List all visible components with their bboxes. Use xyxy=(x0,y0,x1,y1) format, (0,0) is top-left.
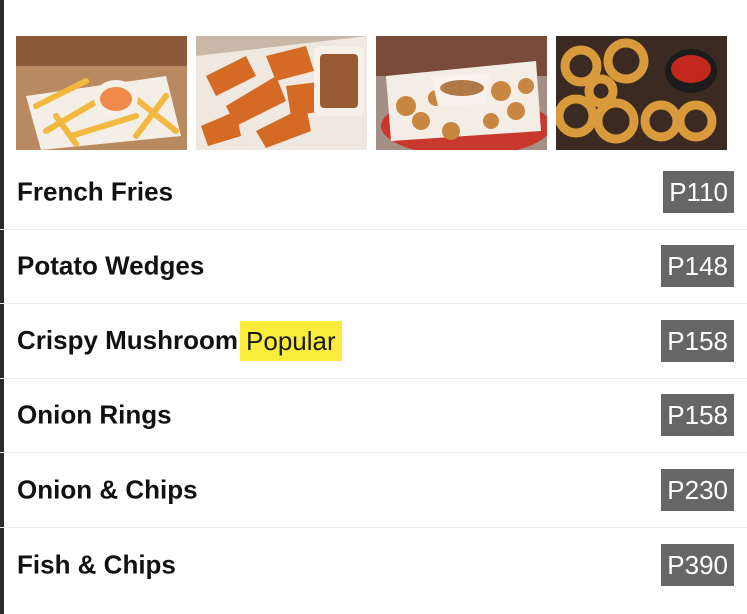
menu-row-french-fries[interactable]: French Fries P110 xyxy=(0,155,747,230)
item-name: Fish & Chips xyxy=(17,549,176,580)
price-tag: P148 xyxy=(661,245,734,288)
potato-wedges-photo[interactable] xyxy=(196,36,367,150)
item-name: Onion & Chips xyxy=(17,474,198,505)
item-name: Onion Rings xyxy=(17,399,172,430)
photo-strip xyxy=(16,36,728,150)
onion-rings-photo[interactable] xyxy=(556,36,727,150)
french-fries-photo[interactable] xyxy=(16,36,187,150)
price-tag: P390 xyxy=(661,543,734,586)
menu-row-crispy-mushroom[interactable]: Crispy Mushroom Popular P158 xyxy=(0,304,747,379)
price-tag: P110 xyxy=(663,170,734,213)
menu-row-onion-rings[interactable]: Onion Rings P158 xyxy=(0,379,747,453)
menu-row-potato-wedges[interactable]: Potato Wedges P148 xyxy=(0,230,747,304)
popular-badge: Popular xyxy=(240,320,342,361)
crispy-mushroom-photo[interactable] xyxy=(376,36,547,150)
price-tag: P230 xyxy=(661,468,734,511)
item-name: French Fries xyxy=(17,176,174,207)
menu-row-onion-and-chips[interactable]: Onion & Chips P230 xyxy=(0,453,747,528)
item-name: Crispy Mushroom xyxy=(17,325,239,356)
menu-list: French Fries P110 Potato Wedges P148 Cri… xyxy=(0,155,747,602)
price-tag: P158 xyxy=(661,319,734,362)
item-name: Potato Wedges xyxy=(17,250,205,281)
menu-row-fish-and-chips[interactable]: Fish & Chips P390 xyxy=(0,528,747,603)
price-tag: P158 xyxy=(661,394,734,437)
